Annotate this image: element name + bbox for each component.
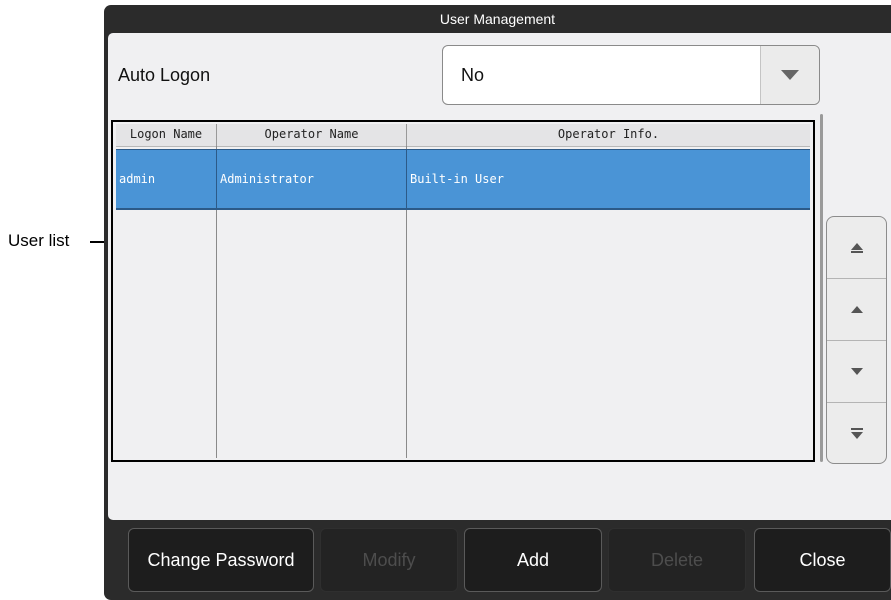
list-scrollbar[interactable] <box>820 114 823 462</box>
user-list-header: Logon Name Operator Name Operator Info. <box>116 124 810 147</box>
change-password-button[interactable]: Change Password <box>128 528 314 592</box>
close-button[interactable]: Close <box>754 528 891 592</box>
auto-logon-value: No <box>461 65 485 85</box>
dropdown-button[interactable] <box>760 46 819 104</box>
column-header-logon-name[interactable]: Logon Name <box>116 124 217 146</box>
logon-name-cell: admin <box>116 150 217 208</box>
operator-name-cell: Administrator <box>217 150 407 208</box>
auto-logon-label: Auto Logon <box>118 65 211 85</box>
scroll-up-button[interactable] <box>827 279 886 341</box>
scroll-buttons <box>826 216 887 464</box>
chevron-down-icon <box>851 368 863 375</box>
user-list-callout: User list <box>8 231 70 250</box>
add-button[interactable]: Add <box>464 528 602 592</box>
scroll-bottom-button[interactable] <box>827 403 886 463</box>
delete-button[interactable]: Delete <box>608 528 746 592</box>
chevron-up-icon <box>851 306 863 313</box>
user-list[interactable]: Logon Name Operator Name Operator Info. … <box>116 124 810 458</box>
modify-button[interactable]: Modify <box>320 528 458 592</box>
scroll-down-button[interactable] <box>827 341 886 403</box>
chevron-down-icon <box>781 70 799 80</box>
operator-info-cell: Built-in User <box>410 172 504 186</box>
window-title: User Management <box>439 11 556 27</box>
scroll-top-button[interactable] <box>827 217 886 279</box>
column-header-operator-info[interactable]: Operator Info. <box>407 124 810 146</box>
content-panel: Auto Logon No Logon Name Operator Name O… <box>108 33 891 520</box>
auto-logon-dropdown[interactable]: No <box>442 45 820 105</box>
column-header-operator-name[interactable]: Operator Name <box>217 124 407 146</box>
table-row[interactable]: admin Administrator Built-in User <box>116 149 810 210</box>
user-management-window: User Management Auto Logon No Logon Name… <box>104 5 891 600</box>
